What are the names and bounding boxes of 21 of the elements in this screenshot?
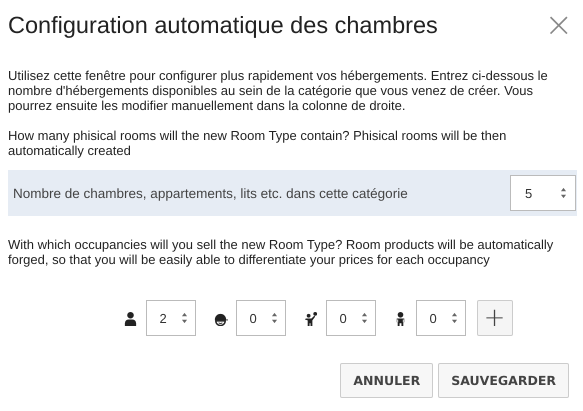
number-field[interactable]: 0 xyxy=(416,300,466,336)
number-field[interactable]: 2 xyxy=(146,300,196,336)
spinner-arrows-icon[interactable] xyxy=(180,312,188,324)
question-text: With which occupancies will you sell the new Room Type? Room products will be automatically forged, so that you will be easily able to differentiate your prices for each occupancy xyxy=(8,237,554,267)
number-field[interactable]: 0 xyxy=(326,300,376,336)
person-icon xyxy=(122,310,138,326)
dialog-title: Configuration automatique des chambres xyxy=(8,12,438,38)
spinner-arrows-icon[interactable] xyxy=(360,312,368,324)
action-button[interactable]: SAUVEGARDER xyxy=(438,363,569,398)
close-button[interactable]: × xyxy=(540,8,577,42)
question-text: How many phisical rooms will the new Room Type contain? Phisical rooms will be then automatically created xyxy=(8,128,508,158)
field-label: Nombre de chambres, appartements, lits etc. dans cette catégorie xyxy=(13,186,408,200)
intro-text: Utilisez cette fenêtre pour configurer plus rapidement vos hébergements. Entrez ci-dessous le nombre d'hébergements disponibles au sein de la catégorie que vous venez de créer. Vous pourrez ensuite les modifier manuellement dans la colonne de droite. xyxy=(8,68,549,113)
add-button[interactable]: + xyxy=(476,300,512,336)
number-field[interactable]: 0 xyxy=(236,300,286,336)
spinner-arrows-icon[interactable] xyxy=(270,312,278,324)
action-button[interactable]: ANNULER xyxy=(340,363,434,398)
spinner-arrows-icon[interactable] xyxy=(450,312,458,324)
spinner-arrows-icon[interactable] xyxy=(560,187,567,199)
number-field[interactable]: 5 xyxy=(510,175,576,211)
child-icon xyxy=(302,310,318,326)
